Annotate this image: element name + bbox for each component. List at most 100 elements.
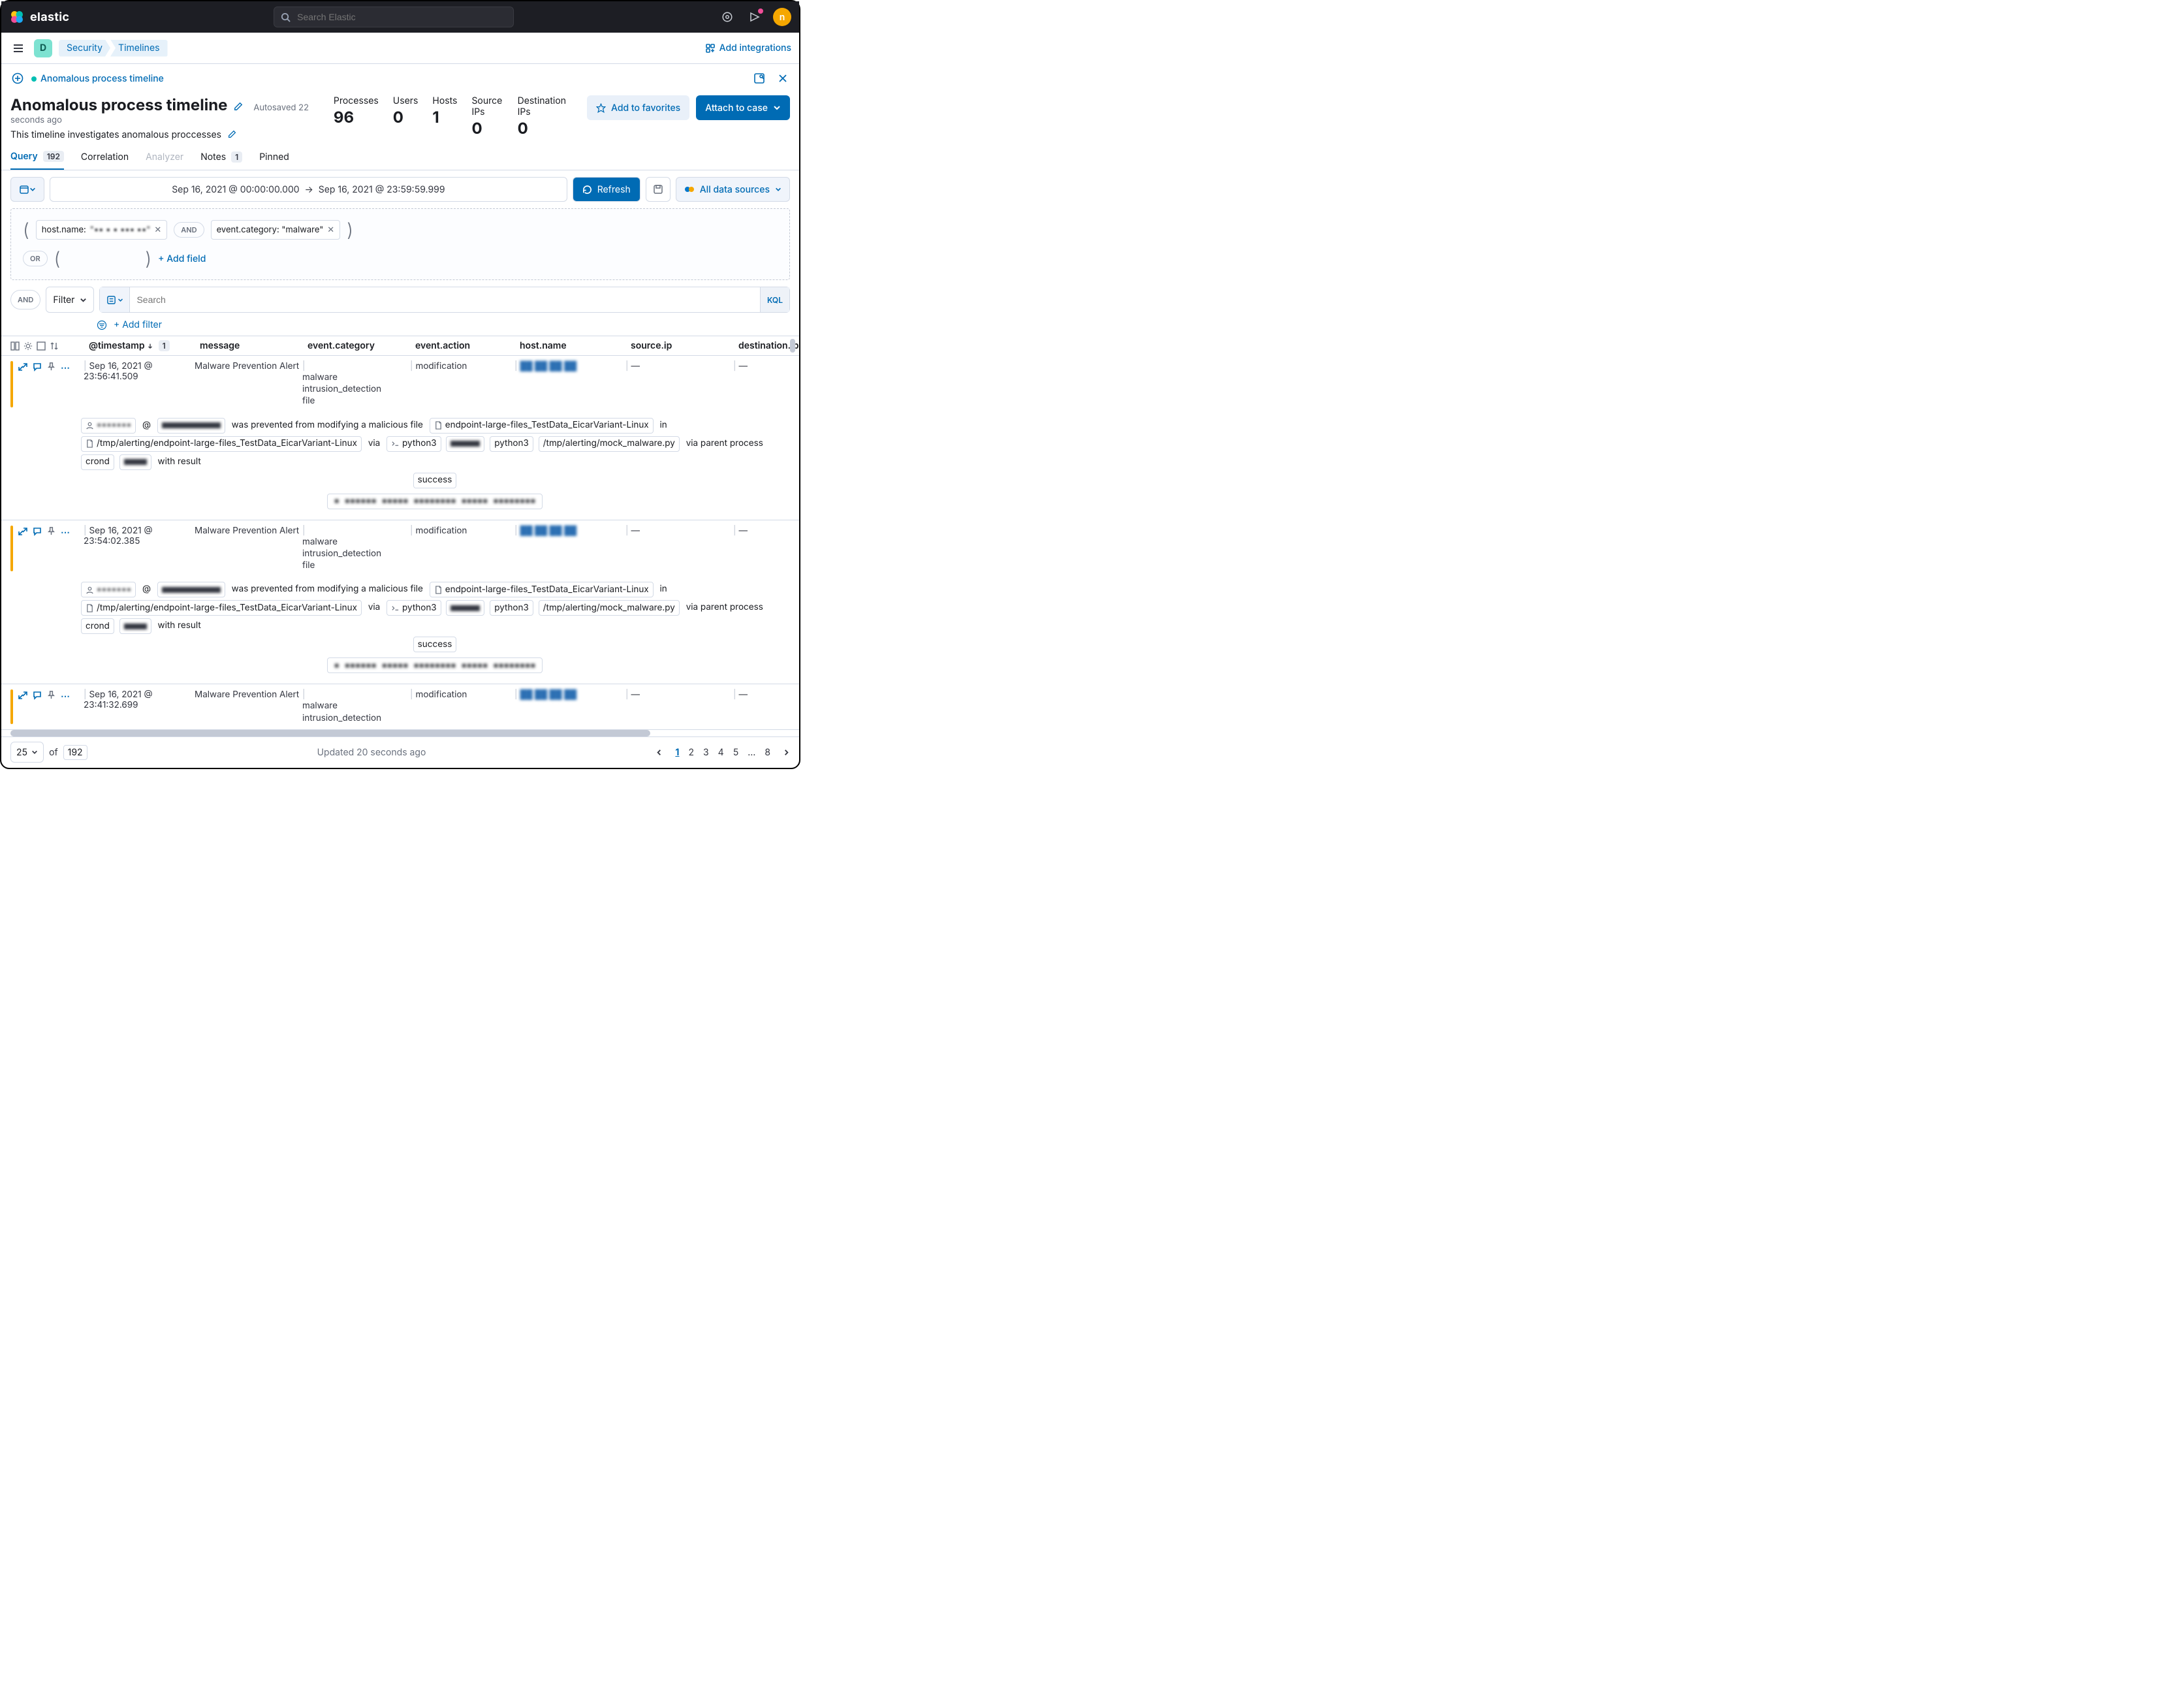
user-avatar[interactable]: n xyxy=(773,8,791,26)
filter-options-icon[interactable] xyxy=(97,320,107,330)
date-quick-select[interactable] xyxy=(10,177,44,202)
tab-notes[interactable]: Notes1 xyxy=(200,151,242,169)
pager-page[interactable]: 1 xyxy=(675,747,679,758)
expand-row-icon[interactable] xyxy=(18,362,27,372)
pager-page[interactable]: 2 xyxy=(688,747,694,758)
breadcrumb-security[interactable]: Security xyxy=(59,40,110,57)
remove-filter-icon[interactable]: ✕ xyxy=(327,225,334,235)
add-integrations-link[interactable]: Add integrations xyxy=(705,42,791,54)
column-source-ip[interactable]: source.ip xyxy=(631,340,738,351)
column-message[interactable]: message xyxy=(200,340,308,351)
process-chip[interactable]: python3 xyxy=(490,600,533,616)
pager: 12345…8 xyxy=(655,747,790,758)
tab-pinned[interactable]: Pinned xyxy=(259,151,289,169)
expand-timeline-icon[interactable] xyxy=(752,71,766,86)
process-chip[interactable]: python3 xyxy=(387,600,441,616)
pager-page[interactable]: 3 xyxy=(703,747,709,758)
close-timeline-icon[interactable] xyxy=(776,71,790,86)
tab-query[interactable]: Query192 xyxy=(10,151,64,170)
attach-to-case-button[interactable]: Attach to case xyxy=(696,95,790,120)
pin-row-icon[interactable] xyxy=(47,527,55,535)
breadcrumb-timelines[interactable]: Timelines xyxy=(110,40,167,57)
script-chip[interactable]: /tmp/alerting/mock_malware.py xyxy=(539,436,680,452)
nav-toggle-icon[interactable] xyxy=(9,39,27,57)
help-icon[interactable] xyxy=(718,8,736,26)
stat-value: 0 xyxy=(518,119,566,138)
fullscreen-icon[interactable] xyxy=(37,341,46,351)
column-timestamp[interactable]: @timestamp 1 xyxy=(89,340,200,351)
stat-label: Destination IPs xyxy=(518,95,566,118)
page-title: Anomalous process timeline xyxy=(10,95,227,114)
pin-row-icon[interactable] xyxy=(47,362,55,371)
file-chip[interactable]: endpoint-large-files_TestData_EicarVaria… xyxy=(430,582,654,597)
filter-dropdown[interactable]: Filter xyxy=(46,287,94,313)
column-action[interactable]: event.action xyxy=(415,340,520,351)
more-actions-icon[interactable]: ⋯ xyxy=(61,691,71,702)
sort-icon[interactable] xyxy=(50,341,59,351)
tab-correlation[interactable]: Correlation xyxy=(81,151,129,169)
result-chip[interactable]: success xyxy=(413,473,457,488)
result-chip[interactable]: success xyxy=(413,637,457,652)
stat-value: 1 xyxy=(432,108,457,127)
data-sources-button[interactable]: All data sources xyxy=(676,177,790,202)
edit-description-icon[interactable] xyxy=(228,128,236,139)
add-field-link[interactable]: + Add field xyxy=(158,253,206,264)
add-to-favorites-button[interactable]: Add to favorites xyxy=(587,95,689,120)
kql-toggle[interactable]: KQL xyxy=(760,287,789,312)
remove-filter-icon[interactable]: ✕ xyxy=(154,225,161,235)
notes-row-icon[interactable] xyxy=(33,362,42,372)
pager-page[interactable]: 5 xyxy=(733,747,739,758)
notes-row-icon[interactable] xyxy=(33,527,42,536)
operator-and-filter[interactable]: AND xyxy=(10,290,40,309)
column-destination-ip[interactable]: destination.ip xyxy=(738,340,784,351)
expand-row-icon[interactable] xyxy=(18,527,27,536)
process-chip[interactable]: python3 xyxy=(490,436,533,452)
column-category[interactable]: event.category xyxy=(308,340,415,351)
newsfeed-icon[interactable] xyxy=(746,8,764,26)
scrollbar-horizontal[interactable] xyxy=(10,730,650,736)
fields-browser-icon[interactable] xyxy=(10,341,20,351)
filter-pill-category[interactable]: event.category: "malware" ✕ xyxy=(211,220,341,240)
scrollbar-vertical[interactable] xyxy=(790,339,795,353)
pager-page[interactable]: 4 xyxy=(718,747,724,758)
notes-row-icon[interactable] xyxy=(33,691,42,700)
stat-label: Hosts xyxy=(432,95,457,106)
date-range[interactable]: Sep 16, 2021 @ 00:00:00.000 → Sep 16, 20… xyxy=(50,177,567,202)
rows-per-page[interactable]: 25 xyxy=(10,742,44,763)
space-selector[interactable]: D xyxy=(34,39,52,57)
pin-row-icon[interactable] xyxy=(47,691,55,699)
global-search[interactable] xyxy=(274,7,514,27)
kql-input[interactable] xyxy=(130,294,760,305)
pager-next[interactable] xyxy=(783,749,790,756)
path-chip[interactable]: /tmp/alerting/endpoint-large-files_TestD… xyxy=(81,600,362,616)
file-chip[interactable]: endpoint-large-files_TestData_EicarVaria… xyxy=(430,418,654,434)
add-filter-link[interactable]: + Add filter xyxy=(114,319,162,330)
elastic-logo[interactable]: elastic xyxy=(9,9,69,25)
app-header: D Security Timelines Add integrations xyxy=(1,33,799,64)
new-timeline-button[interactable] xyxy=(10,71,25,86)
kql-search[interactable]: KQL xyxy=(99,287,790,313)
operator-and[interactable]: AND xyxy=(174,222,204,238)
updated-label: Updated 20 seconds ago xyxy=(87,747,656,758)
pager-prev[interactable] xyxy=(655,749,663,756)
parent-chip[interactable]: crond xyxy=(81,454,114,470)
column-host[interactable]: host.name xyxy=(520,340,631,351)
global-search-input[interactable] xyxy=(296,11,507,23)
save-query-icon[interactable] xyxy=(646,177,671,202)
more-actions-icon[interactable]: ⋯ xyxy=(61,527,71,538)
refresh-button[interactable]: Refresh xyxy=(573,177,640,202)
process-chip[interactable]: python3 xyxy=(387,436,441,452)
operator-or[interactable]: OR xyxy=(23,251,48,266)
script-chip[interactable]: /tmp/alerting/mock_malware.py xyxy=(539,600,680,616)
settings-icon[interactable] xyxy=(24,341,33,351)
pager-page[interactable]: 8 xyxy=(765,747,770,758)
filter-pill-hostname[interactable]: host.name: "▪▪ ▪ ▪ ▪▪▪ ▪▪" ✕ xyxy=(36,220,168,240)
more-actions-icon[interactable]: ⋯ xyxy=(61,362,71,373)
path-chip[interactable]: /tmp/alerting/endpoint-large-files_TestD… xyxy=(81,436,362,452)
expand-row-icon[interactable] xyxy=(18,691,27,700)
saved-query-icon[interactable] xyxy=(100,287,130,312)
tab-analyzer: Analyzer xyxy=(146,151,183,169)
parent-chip[interactable]: crond xyxy=(81,618,114,634)
active-timeline-tab[interactable]: Anomalous process timeline xyxy=(31,73,164,84)
edit-title-icon[interactable] xyxy=(234,101,245,112)
